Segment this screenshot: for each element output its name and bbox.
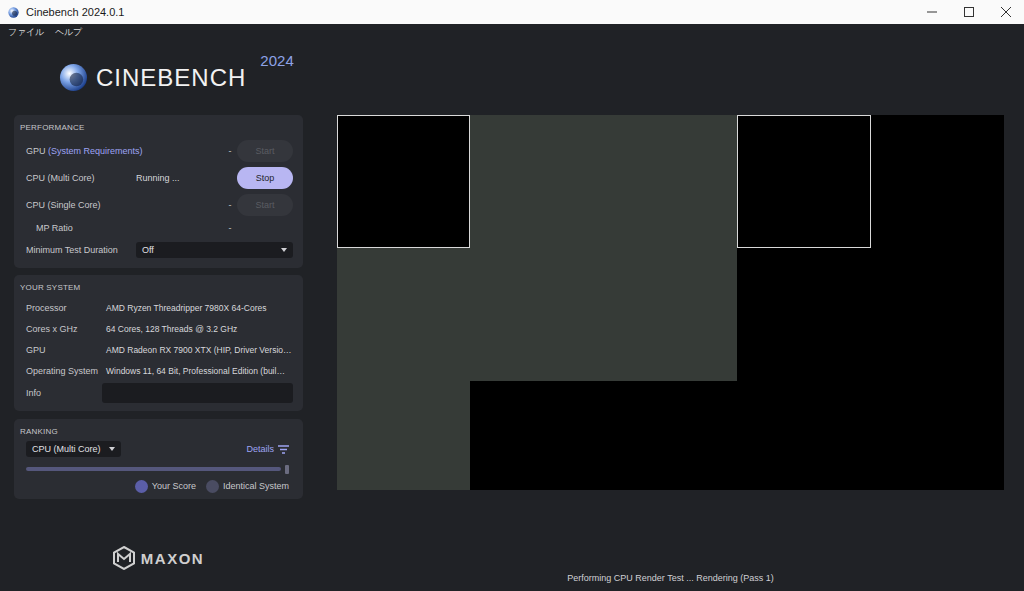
cinebench-sphere-icon — [59, 63, 88, 92]
window-controls — [913, 0, 1024, 24]
render-tile — [604, 115, 737, 248]
performance-panel: PERFORMANCEGPU (System Requirements)-Sta… — [14, 115, 303, 268]
side-panel: CINEBENCH 2024 PERFORMANCE GPU (System Requ… — [0, 40, 337, 591]
test-status: Running ... — [136, 173, 223, 183]
system-row: Operating SystemWindows 11, 64 Bit, Prof… — [20, 360, 297, 381]
render-tile — [470, 248, 603, 381]
maximize-icon — [964, 7, 974, 17]
mp-ratio-label: MP Ratio — [26, 223, 136, 233]
cinebench-window: Cinebench 2024.0.1 ファイルヘルプ CINEBENCH 2024 PE… — [0, 0, 1024, 591]
legend-label: Identical System — [223, 481, 289, 491]
ranking-select[interactable]: CPU (Multi Core) — [26, 441, 121, 457]
slider-track — [26, 467, 281, 471]
system-label: GPU — [26, 345, 106, 355]
menu-item[interactable]: ファイル — [8, 26, 44, 39]
render-tile — [337, 115, 470, 248]
slider-thumb[interactable] — [285, 465, 289, 474]
test-status: - — [223, 146, 237, 156]
ranking-panel: RANKING CPU (Multi Core) Details Your Score… — [14, 419, 303, 499]
menu-item[interactable]: ヘルプ — [55, 26, 82, 39]
legend-item: Identical System — [206, 480, 289, 493]
render-tile — [871, 115, 1004, 248]
render-tile — [470, 115, 603, 248]
system-value: AMD Radeon RX 7900 XTX (HIP, Driver Vers… — [106, 345, 297, 355]
test-button: Start — [237, 194, 293, 216]
system-row: ProcessorAMD Ryzen Threadripper 7980X 64… — [20, 297, 297, 318]
mp-ratio-value: - — [223, 223, 237, 233]
main-area: CINEBENCH 2024 PERFORMANCE GPU (System Requ… — [0, 40, 1024, 591]
maxon-mark-icon — [113, 546, 135, 570]
requirements-link[interactable]: (System Requirements) — [48, 146, 143, 156]
minimize-button[interactable] — [913, 0, 950, 24]
render-tile — [737, 248, 870, 381]
ranking-slider[interactable] — [20, 464, 297, 474]
system-label: Operating System — [26, 366, 106, 376]
test-row: GPU (System Requirements) -Start — [20, 137, 297, 164]
brand-name: MAXON — [141, 550, 204, 567]
slider-fill — [26, 467, 281, 471]
render-column: Performing CPU Render Test ... Rendering… — [337, 40, 1004, 591]
app-icon — [8, 7, 19, 18]
close-button[interactable] — [987, 0, 1024, 24]
render-tile — [871, 381, 1004, 490]
minimize-icon — [927, 7, 937, 17]
min-duration-select[interactable]: Off — [136, 242, 293, 258]
render-view — [337, 115, 1004, 490]
render-tile — [737, 381, 870, 490]
dropdown-arrow-icon — [281, 248, 287, 252]
logo-name: CINEBENCH — [96, 64, 246, 92]
test-status: - — [223, 200, 237, 210]
system-value: Windows 11, 64 Bit, Professional Edition… — [106, 366, 297, 376]
panel-title: PERFORMANCE — [20, 123, 297, 133]
render-tile — [337, 248, 470, 381]
window-title: Cinebench 2024.0.1 — [26, 6, 124, 18]
cinebench-logo: CINEBENCH 2024 — [14, 40, 337, 115]
legend-dot — [206, 480, 219, 493]
system-row: GPUAMD Radeon RX 7900 XTX (HIP, Driver V… — [20, 339, 297, 360]
render-tile — [604, 381, 737, 490]
system-row: Cores x GHz64 Cores, 128 Threads @ 3.2 G… — [20, 318, 297, 339]
test-label: CPU (Multi Core) — [26, 173, 136, 183]
test-button[interactable]: Stop — [237, 167, 293, 189]
test-label: GPU (System Requirements) — [26, 146, 136, 156]
system-value: 64 Cores, 128 Threads @ 3.2 GHz — [106, 324, 297, 334]
legend-item: Your Score — [135, 480, 196, 493]
maximize-button[interactable] — [950, 0, 987, 24]
system-value: AMD Ryzen Threadripper 7980X 64-Cores — [106, 303, 297, 313]
info-field[interactable] — [102, 383, 293, 403]
test-row: CPU (Single Core) -Start — [20, 191, 297, 218]
info-label: Info — [26, 388, 106, 398]
test-row: CPU (Multi Core)Running ... Stop — [20, 164, 297, 191]
render-tile — [337, 381, 470, 490]
filter-icon — [278, 445, 289, 454]
render-tile — [470, 381, 603, 490]
panel-title: YOUR SYSTEM — [20, 283, 297, 293]
render-tile — [871, 248, 1004, 381]
status-text: Performing CPU Render Test ... Rendering… — [337, 573, 1004, 591]
legend-dot — [135, 480, 148, 493]
test-label: CPU (Single Core) — [26, 200, 136, 210]
render-tile — [737, 115, 870, 248]
maxon-logo: MAXON — [14, 546, 303, 570]
test-button: Start — [237, 140, 293, 162]
details-button[interactable]: Details — [246, 444, 289, 454]
info-row: Info — [20, 381, 297, 405]
system-panel: YOUR SYSTEM ProcessorAMD Ryzen Threadripp… — [14, 275, 303, 411]
min-duration-row: Minimum Test DurationOff — [20, 238, 297, 262]
ranking-legend: Your Score Identical System — [20, 479, 297, 493]
menu-bar: ファイルヘルプ — [0, 24, 1024, 40]
render-tile — [604, 248, 737, 381]
system-label: Cores x GHz — [26, 324, 106, 334]
system-label: Processor — [26, 303, 106, 313]
min-duration-label: Minimum Test Duration — [26, 245, 136, 255]
mp-ratio-row: MP Ratio - — [20, 218, 297, 238]
close-icon — [1001, 7, 1011, 17]
legend-label: Your Score — [152, 481, 196, 491]
ranking-toolbar: CPU (Multi Core) Details — [20, 441, 297, 457]
panel-title: RANKING — [20, 427, 297, 437]
dropdown-arrow-icon — [109, 447, 115, 451]
title-bar: Cinebench 2024.0.1 — [0, 0, 1024, 24]
logo-year: 2024 — [260, 52, 293, 69]
